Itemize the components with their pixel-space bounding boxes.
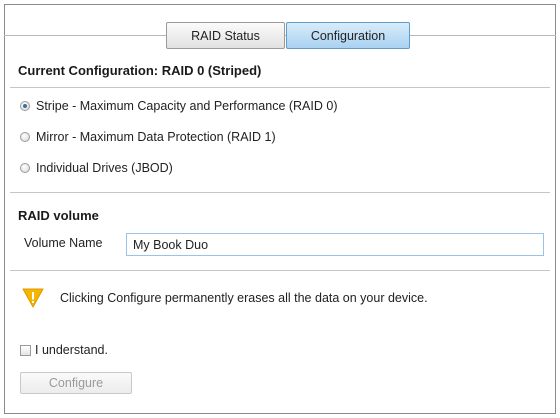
configure-button-label: Configure [48,376,104,390]
radio-button[interactable] [20,132,30,142]
tab-configuration[interactable]: Configuration [286,22,410,49]
understand-label: I understand. [35,343,108,357]
acknowledge-row[interactable]: I understand. [20,343,108,357]
raid-volume-heading: RAID volume [18,208,99,223]
volume-name-label: Volume Name [24,236,103,250]
warning-icon [22,288,44,308]
divider [10,270,550,271]
tab-raid-status[interactable]: RAID Status [166,22,285,49]
tab-raid-status-label: RAID Status [191,28,260,43]
configure-button[interactable]: Configure [20,372,132,394]
warning-message: Clicking Configure permanently erases al… [60,291,428,305]
radio-label-raid1: Mirror - Maximum Data Protection (RAID 1… [36,130,276,144]
radio-option-jbod[interactable]: Individual Drives (JBOD) [20,159,173,177]
radio-label-jbod: Individual Drives (JBOD) [36,161,173,175]
radio-button[interactable] [20,163,30,173]
tab-configuration-label: Configuration [310,28,386,43]
divider [10,192,550,193]
volume-name-input[interactable] [126,233,544,256]
radio-option-raid0[interactable]: Stripe - Maximum Capacity and Performanc… [20,97,337,115]
radio-label-raid0: Stripe - Maximum Capacity and Performanc… [36,99,338,113]
understand-checkbox[interactable] [20,344,31,356]
divider [10,87,550,88]
radio-button-checked[interactable] [20,101,30,111]
radio-option-raid1[interactable]: Mirror - Maximum Data Protection (RAID 1… [20,128,276,146]
current-configuration-title: Current Configuration: RAID 0 (Striped) [18,63,262,78]
